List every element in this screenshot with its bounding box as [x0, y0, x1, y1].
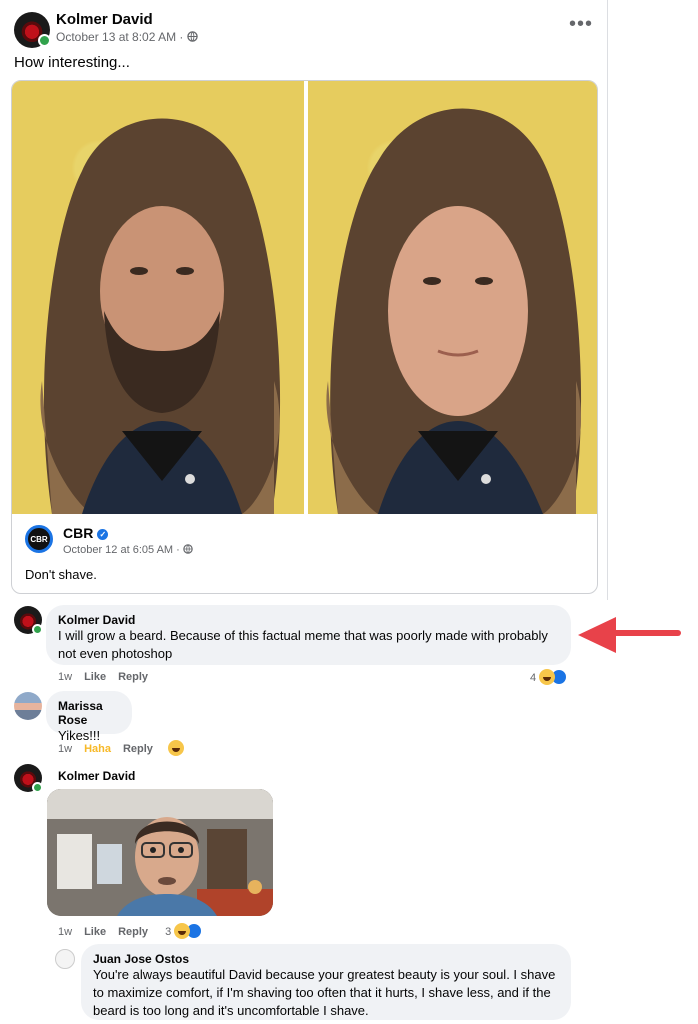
shared-page-name[interactable]: CBR [63, 525, 93, 541]
comment-photo[interactable] [47, 789, 273, 916]
cbr-logo-text: CBR [30, 534, 48, 544]
reply-button[interactable]: Reply [118, 926, 148, 938]
red-arrow-icon [578, 617, 681, 653]
haha-emoji-icon [168, 740, 184, 756]
like-button[interactable]: Like [84, 926, 106, 938]
reply-avatar[interactable] [55, 949, 75, 969]
haha-button[interactable]: Haha [84, 743, 111, 755]
comment-avatar[interactable] [14, 692, 42, 720]
reaction-summary[interactable]: 4 [530, 669, 568, 685]
globe-icon [183, 544, 193, 554]
reply-author[interactable]: Juan Jose Ostos [93, 952, 559, 966]
verified-badge-icon: ✓ [97, 529, 109, 540]
post-timestamp[interactable]: October 13 at 8:02 AM · [56, 30, 198, 44]
reaction-count: 4 [530, 672, 537, 684]
globe-icon [187, 31, 198, 42]
shared-post-text: Don't shave. [25, 567, 97, 582]
photo-bearded[interactable] [12, 81, 304, 514]
shared-timestamp[interactable]: October 12 at 6:05 AM · [63, 544, 193, 556]
comment-actions: 1w Haha Reply [58, 740, 184, 756]
reply-button[interactable]: Reply [118, 671, 148, 683]
post-text: How interesting... [14, 54, 130, 71]
reply-text: You're always beautiful David because yo… [93, 967, 556, 1018]
reply-bubble: Juan Jose Ostos You're always beautiful … [81, 944, 571, 1020]
feed-right-border [607, 0, 608, 600]
comment-text: I will grow a beard. Because of this fac… [58, 628, 548, 661]
comment-author[interactable]: Kolmer David [58, 613, 559, 627]
comment-author[interactable]: Marissa Rose [58, 699, 120, 727]
shared-post-card[interactable]: CBR CBR ✓ October 12 at 6:05 AM · Don't s… [11, 80, 598, 594]
reaction-count: 3 [165, 926, 172, 938]
comment-author[interactable]: Kolmer David [58, 769, 135, 783]
reply-button[interactable]: Reply [123, 743, 153, 755]
shared-time[interactable]: October 12 at 6:05 AM [63, 544, 173, 556]
post-time[interactable]: October 13 at 8:02 AM [56, 30, 176, 44]
online-status-dot [38, 34, 51, 47]
shared-page-name-row[interactable]: CBR ✓ [63, 525, 109, 541]
photo-shaved[interactable] [308, 81, 597, 514]
comment-bubble: Marissa Rose Yikes!!! [46, 691, 132, 743]
comment-actions: 1w Like Reply 3 [58, 923, 203, 939]
online-status-dot [32, 624, 43, 635]
reaction-summary[interactable]: 3 [165, 923, 203, 939]
comment-time[interactable]: 1w [58, 743, 72, 755]
more-dots-icon[interactable]: ••• [569, 13, 593, 36]
post-author-name[interactable]: Kolmer David [56, 11, 153, 28]
cbr-logo[interactable]: CBR [25, 525, 53, 553]
comment-actions: 1w Like Reply [58, 671, 148, 683]
online-status-dot [32, 782, 43, 793]
like-button[interactable]: Like [84, 671, 106, 683]
comment-time[interactable]: 1w [58, 671, 72, 683]
comment-bubble: Kolmer David I will grow a beard. Becaus… [46, 605, 571, 665]
comment-time[interactable]: 1w [58, 926, 72, 938]
